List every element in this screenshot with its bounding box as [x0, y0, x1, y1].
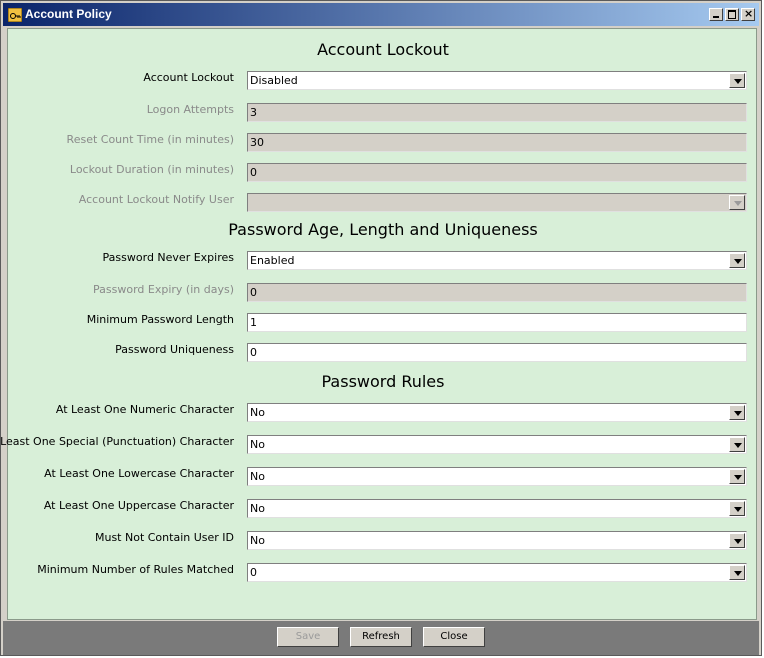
- close-icon: ×: [744, 7, 754, 20]
- reset-count-time-label: Reset Count Time (in minutes): [66, 133, 234, 146]
- password-uniqueness-value: 0: [250, 346, 257, 359]
- chevron-down-icon: [729, 195, 745, 210]
- min-rules-matched-value: 0: [250, 566, 257, 579]
- password-uniqueness-input[interactable]: 0: [247, 343, 747, 362]
- logon-attempts-field: 3: [247, 103, 747, 122]
- chevron-down-icon[interactable]: [729, 565, 745, 580]
- maximize-button[interactable]: [725, 8, 739, 21]
- title-bar[interactable]: Account Policy ×: [3, 3, 759, 26]
- lockout-duration-value: 0: [250, 166, 257, 179]
- chevron-down-icon[interactable]: [729, 501, 745, 516]
- policy-form: Account Lockout Account Lockout Disabled…: [0, 28, 757, 620]
- special-char-select[interactable]: No: [247, 435, 747, 454]
- keys-icon: [8, 8, 22, 22]
- no-user-id-select[interactable]: No: [247, 531, 747, 550]
- reset-count-time-field: 30: [247, 133, 747, 152]
- uppercase-char-value: No: [250, 502, 265, 515]
- numeric-char-value: No: [250, 406, 265, 419]
- password-expiry-value: 0: [250, 286, 257, 299]
- min-rules-matched-label: Minimum Number of Rules Matched: [37, 563, 234, 576]
- close-window-button[interactable]: ×: [741, 7, 755, 21]
- password-uniqueness-label: Password Uniqueness: [115, 343, 234, 356]
- chevron-down-icon[interactable]: [729, 469, 745, 484]
- no-user-id-value: No: [250, 534, 265, 547]
- lockout-duration-field: 0: [247, 163, 747, 182]
- no-user-id-label: Must Not Contain User ID: [94, 531, 234, 544]
- lowercase-char-select[interactable]: No: [247, 467, 747, 486]
- numeric-char-select[interactable]: No: [247, 403, 747, 422]
- chevron-down-icon[interactable]: [729, 405, 745, 420]
- lowercase-char-label: At Least One Lowercase Character: [44, 467, 234, 480]
- save-button: Save: [277, 627, 339, 647]
- min-rules-matched-select[interactable]: 0: [247, 563, 747, 582]
- lockout-duration-label: Lockout Duration (in minutes): [69, 163, 234, 176]
- refresh-button[interactable]: Refresh: [350, 627, 412, 647]
- lockout-notify-user-label: Account Lockout Notify User: [78, 193, 234, 206]
- button-bar: Save Refresh Close: [3, 621, 759, 655]
- min-password-length-value: 1: [250, 316, 257, 329]
- section-heading-rules: Password Rules: [321, 372, 445, 391]
- logon-attempts-value: 3: [250, 106, 257, 119]
- section-heading-password-age: Password Age, Length and Uniqueness: [228, 220, 538, 239]
- numeric-char-label: At Least One Numeric Character: [55, 403, 234, 416]
- close-button[interactable]: Close: [423, 627, 485, 647]
- uppercase-char-label: At Least One Uppercase Character: [43, 499, 234, 512]
- lowercase-char-value: No: [250, 470, 265, 483]
- password-expiry-field: 0: [247, 283, 747, 302]
- password-never-expires-select[interactable]: Enabled: [247, 251, 747, 270]
- special-char-label: At Least One Special (Punctuation) Chara…: [0, 435, 234, 448]
- password-expiry-label: Password Expiry (in days): [93, 283, 234, 296]
- chevron-down-icon[interactable]: [729, 437, 745, 452]
- chevron-down-icon[interactable]: [729, 73, 745, 88]
- reset-count-time-value: 30: [250, 136, 264, 149]
- min-password-length-input[interactable]: 1: [247, 313, 747, 332]
- password-never-expires-value: Enabled: [250, 254, 295, 267]
- uppercase-char-select[interactable]: No: [247, 499, 747, 518]
- logon-attempts-label: Logon Attempts: [146, 103, 234, 116]
- window-title: Account Policy: [25, 7, 112, 21]
- min-password-length-label: Minimum Password Length: [86, 313, 234, 326]
- account-lockout-label: Account Lockout: [143, 71, 234, 84]
- section-heading-lockout: Account Lockout: [317, 40, 449, 59]
- account-lockout-value: Disabled: [250, 74, 298, 87]
- minimize-button[interactable]: [709, 8, 723, 21]
- account-lockout-select[interactable]: Disabled: [247, 71, 747, 90]
- lockout-notify-user-select: [247, 193, 747, 212]
- chevron-down-icon[interactable]: [729, 533, 745, 548]
- special-char-value: No: [250, 438, 265, 451]
- password-never-expires-label: Password Never Expires: [102, 251, 234, 264]
- account-policy-window: Account Policy × Account Lockout Account…: [0, 0, 762, 656]
- chevron-down-icon[interactable]: [729, 253, 745, 268]
